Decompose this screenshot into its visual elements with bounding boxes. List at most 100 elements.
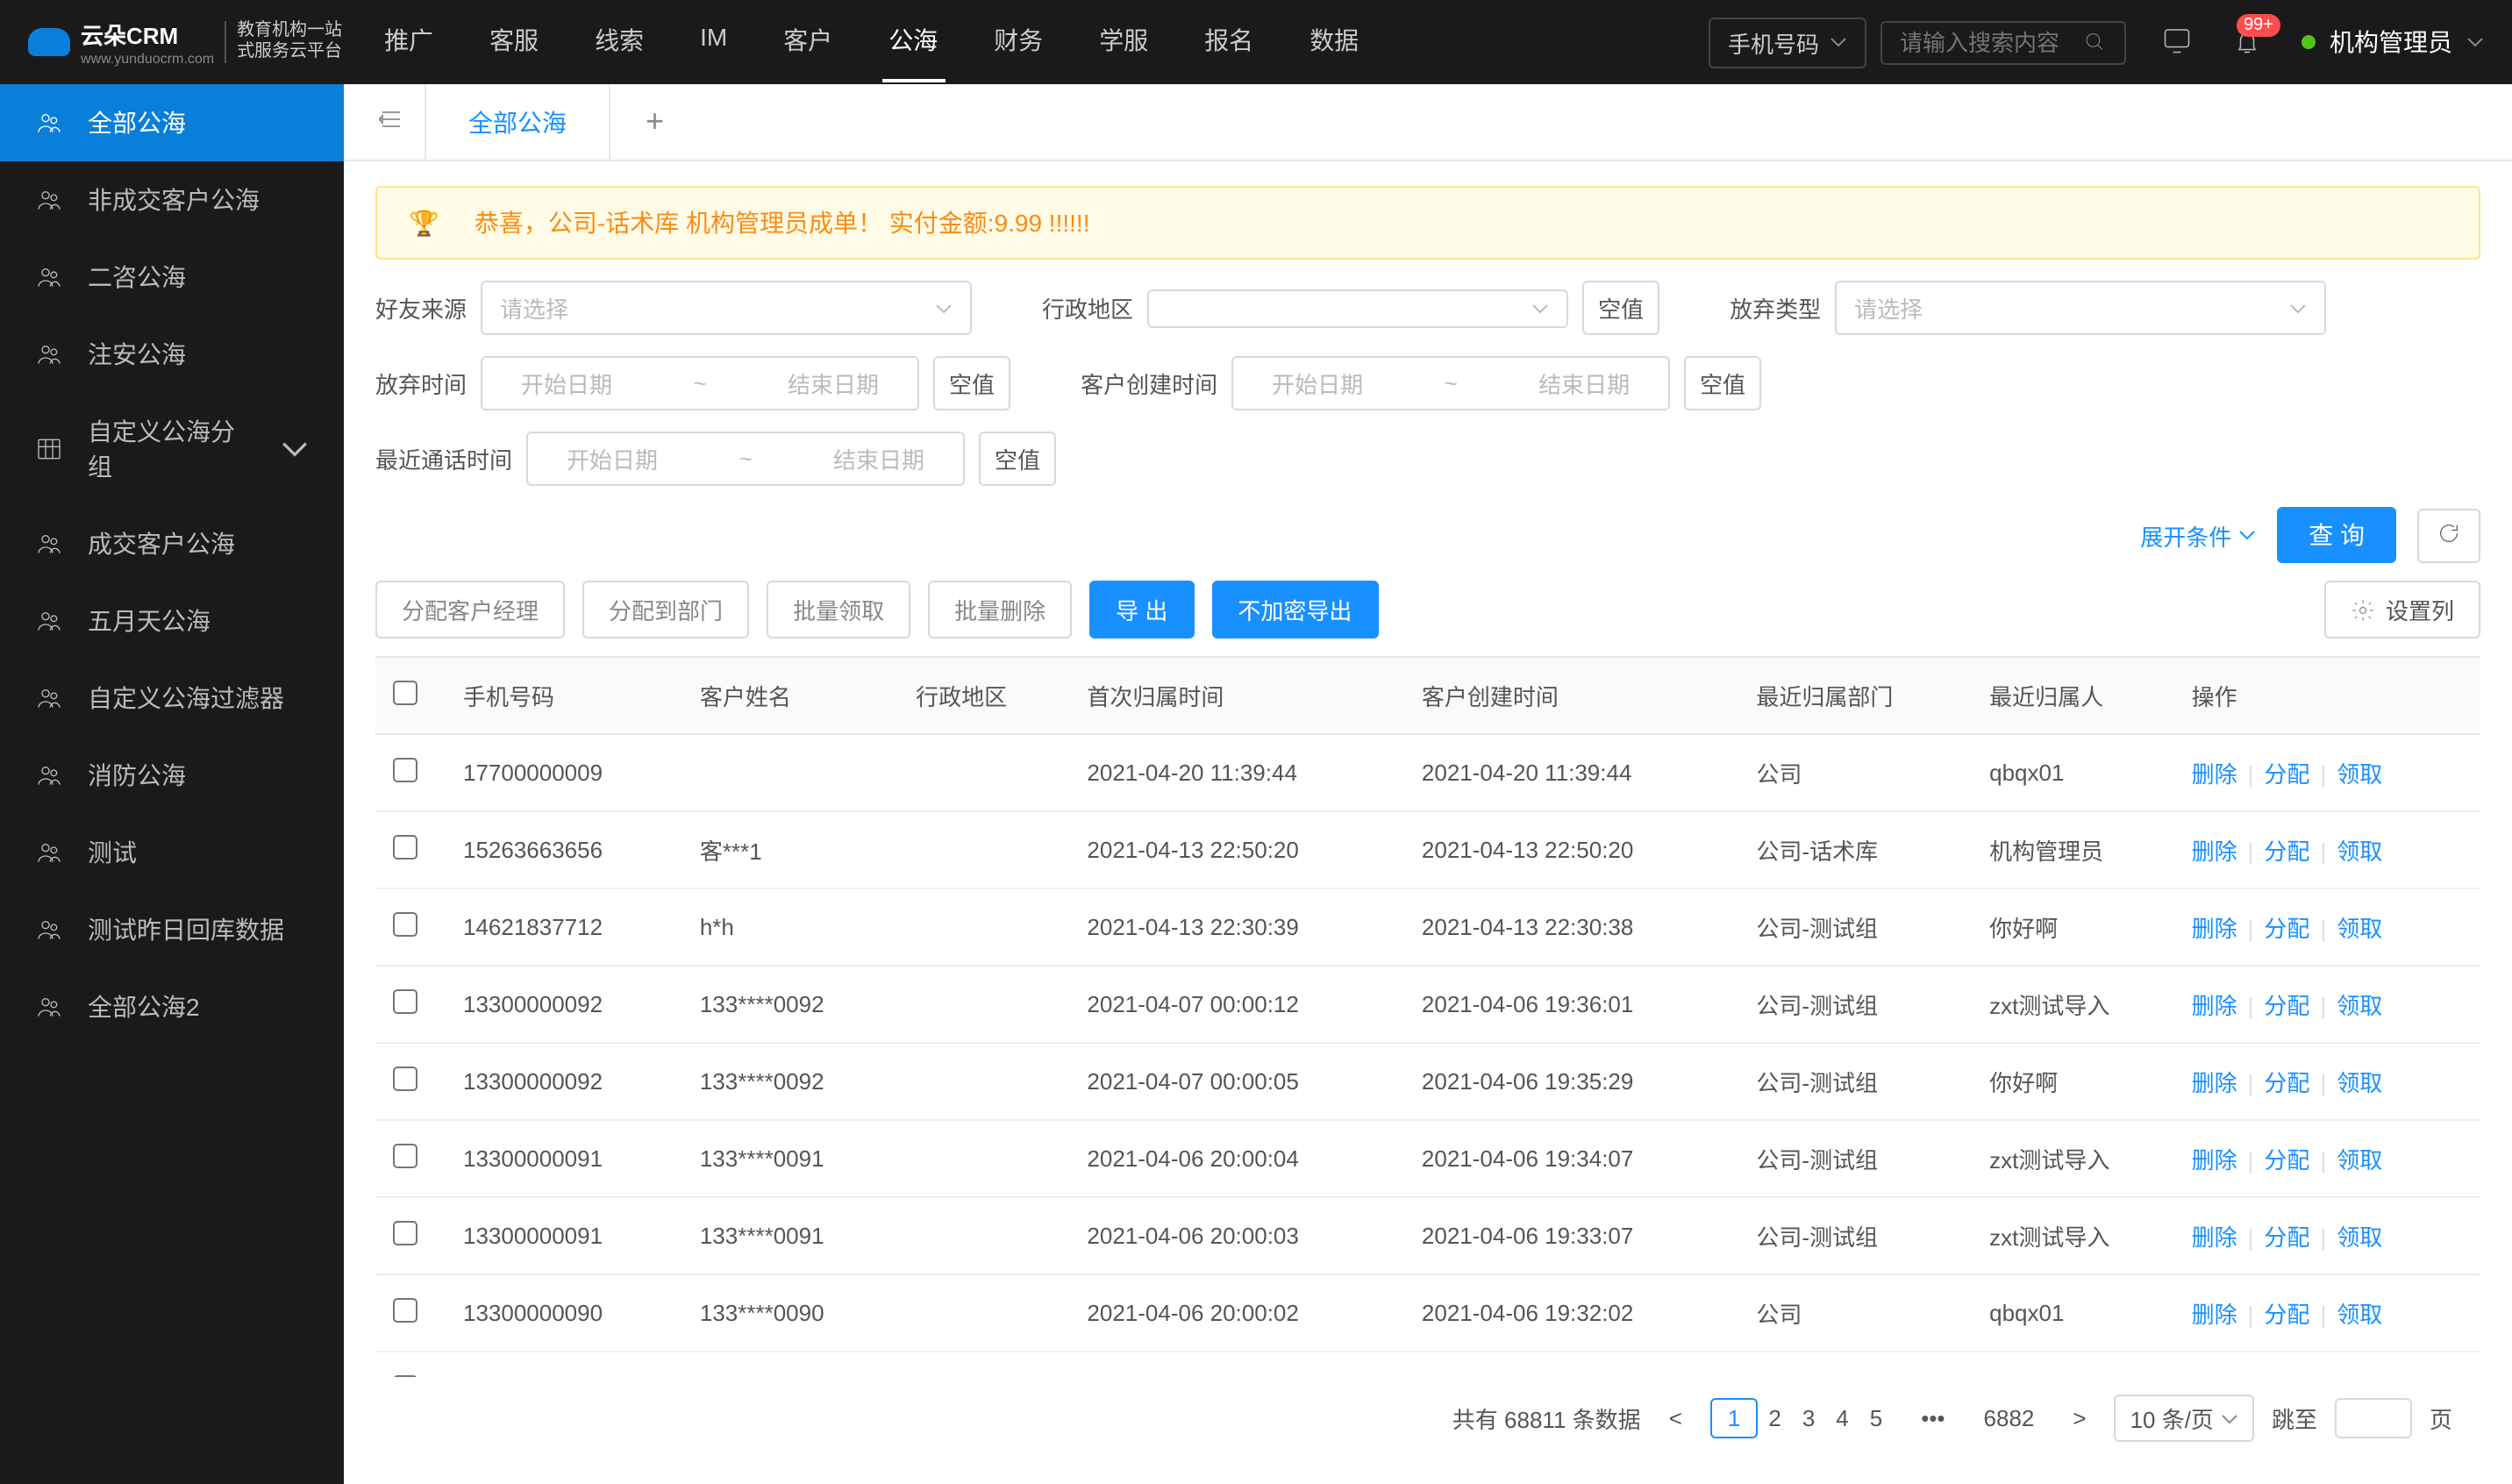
delete-link[interactable]: 删除 [2192, 1147, 2237, 1174]
claim-link[interactable]: 领取 [2337, 838, 2382, 865]
export-button[interactable]: 导 出 [1089, 581, 1194, 639]
sidebar-item-11[interactable]: 全部公海2 [0, 968, 344, 1045]
set-columns-button[interactable]: 设置列 [2324, 581, 2480, 639]
delete-link[interactable]: 删除 [2192, 761, 2237, 788]
last-call-null-button[interactable]: 空值 [979, 432, 1056, 486]
row-checkbox[interactable] [393, 1144, 417, 1168]
select-all-checkbox[interactable] [393, 681, 417, 705]
assign-link[interactable]: 分配 [2264, 1224, 2309, 1251]
row-checkbox[interactable] [393, 835, 417, 860]
create-time-null-button[interactable]: 空值 [1684, 356, 1761, 410]
delete-link[interactable]: 删除 [2192, 1302, 2237, 1328]
monitor-icon[interactable] [2161, 24, 2193, 61]
search-input[interactable] [1900, 29, 2085, 55]
nav-item-9[interactable]: 数据 [1302, 2, 1366, 82]
batch-claim-button[interactable]: 批量领取 [767, 581, 910, 639]
cell-name [682, 734, 898, 811]
abandon-type-select[interactable]: 请选择 [1835, 281, 2326, 335]
prev-page-button[interactable]: < [1659, 1400, 1693, 1437]
sidebar-item-7[interactable]: 自定义公海过滤器 [0, 660, 344, 737]
page-5[interactable]: 5 [1859, 1400, 1893, 1437]
claim-link[interactable]: 领取 [2337, 916, 2382, 942]
row-checkbox[interactable] [393, 989, 417, 1014]
delete-link[interactable]: 删除 [2192, 1224, 2237, 1251]
sidebar-item-4[interactable]: 自定义公海分组 [0, 393, 344, 505]
last-call-range[interactable]: 开始日期~结束日期 [526, 432, 965, 486]
abandon-time-range[interactable]: 开始日期~结束日期 [481, 356, 919, 410]
friend-source-select[interactable]: 请选择 [481, 281, 972, 335]
assign-link[interactable]: 分配 [2264, 1147, 2309, 1174]
assign-link[interactable]: 分配 [2264, 838, 2309, 865]
cell-dept: 公司-测试组 [1738, 1197, 1972, 1274]
search-input-wrap[interactable] [1880, 20, 2126, 64]
claim-link[interactable]: 领取 [2337, 1224, 2382, 1251]
last-page-button[interactable]: 6882 [1973, 1400, 2045, 1437]
page-suffix: 页 [2430, 1402, 2452, 1435]
pagination: 共有 68811 条数据 < 12345 ••• 6882 > 10 条/页 跳… [375, 1377, 2480, 1459]
delete-link[interactable]: 删除 [2192, 993, 2237, 1019]
assign-link[interactable]: 分配 [2264, 916, 2309, 942]
create-time-range[interactable]: 开始日期~结束日期 [1231, 356, 1670, 410]
sidebar-item-9[interactable]: 测试 [0, 814, 344, 891]
add-tab-button[interactable]: + [610, 103, 699, 140]
page-1[interactable]: 1 [1710, 1398, 1758, 1438]
logo[interactable]: 云朵CRM www.yunduocrm.com 教育机构一站 式服务云平台 [28, 18, 342, 67]
search-type-select[interactable]: 手机号码 [1709, 17, 1866, 68]
assign-link[interactable]: 分配 [2264, 993, 2309, 1019]
page-3[interactable]: 3 [1792, 1400, 1825, 1437]
next-page-button[interactable]: > [2062, 1400, 2096, 1437]
claim-link[interactable]: 领取 [2337, 1070, 2382, 1096]
cell-area [898, 1120, 1069, 1197]
nav-item-0[interactable]: 推广 [377, 2, 440, 82]
query-button[interactable]: 查 询 [2277, 507, 2396, 563]
delete-link[interactable]: 删除 [2192, 1070, 2237, 1096]
claim-link[interactable]: 领取 [2337, 1147, 2382, 1174]
row-checkbox[interactable] [393, 1067, 417, 1091]
assign-link[interactable]: 分配 [2264, 1302, 2309, 1328]
nav-item-3[interactable]: IM [693, 2, 734, 82]
nav-item-2[interactable]: 线索 [588, 2, 651, 82]
refresh-button[interactable] [2417, 508, 2480, 562]
sidebar-item-2[interactable]: 二咨公海 [0, 239, 344, 316]
assign-manager-button[interactable]: 分配客户经理 [375, 581, 565, 639]
sidebar-item-6[interactable]: 五月天公海 [0, 582, 344, 660]
sidebar-item-0[interactable]: 全部公海 [0, 84, 344, 161]
notifications-icon[interactable]: 99+ [2231, 24, 2263, 61]
batch-delete-button[interactable]: 批量删除 [928, 581, 1072, 639]
claim-link[interactable]: 领取 [2337, 1302, 2382, 1328]
expand-filters-link[interactable]: 展开条件 [2140, 518, 2256, 552]
row-checkbox[interactable] [393, 912, 417, 937]
row-checkbox[interactable] [393, 1298, 417, 1323]
sidebar-item-1[interactable]: 非成交客户公海 [0, 161, 344, 239]
assign-link[interactable]: 分配 [2264, 1070, 2309, 1096]
delete-link[interactable]: 删除 [2192, 838, 2237, 865]
nav-item-5[interactable]: 公海 [881, 2, 945, 82]
export-plain-button[interactable]: 不加密导出 [1211, 581, 1378, 639]
admin-area-select[interactable] [1147, 289, 1568, 327]
abandon-time-null-button[interactable]: 空值 [933, 356, 1010, 410]
jump-input[interactable] [2335, 1398, 2412, 1438]
sidebar-item-8[interactable]: 消防公海 [0, 737, 344, 814]
nav-item-4[interactable]: 客户 [776, 2, 839, 82]
row-checkbox[interactable] [393, 1221, 417, 1245]
nav-item-6[interactable]: 财务 [987, 2, 1050, 82]
tab-all-public[interactable]: 全部公海 [425, 84, 610, 160]
page-size-select[interactable]: 10 条/页 [2115, 1395, 2254, 1442]
collapse-tabs-icon[interactable] [358, 107, 425, 137]
user-menu[interactable]: 机构管理员 [2301, 25, 2484, 60]
page-4[interactable]: 4 [1825, 1400, 1859, 1437]
sidebar-item-10[interactable]: 测试昨日回库数据 [0, 891, 344, 968]
assign-dept-button[interactable]: 分配到部门 [582, 581, 749, 639]
row-checkbox[interactable] [393, 758, 417, 782]
nav-item-1[interactable]: 客服 [482, 2, 546, 82]
claim-link[interactable]: 领取 [2337, 761, 2382, 788]
sidebar-item-3[interactable]: 注安公海 [0, 316, 344, 393]
nav-item-7[interactable]: 学服 [1092, 2, 1155, 82]
sidebar-item-5[interactable]: 成交客户公海 [0, 505, 344, 582]
claim-link[interactable]: 领取 [2337, 993, 2382, 1019]
page-2[interactable]: 2 [1758, 1400, 1791, 1437]
nav-item-8[interactable]: 报名 [1197, 2, 1260, 82]
assign-link[interactable]: 分配 [2264, 761, 2309, 788]
admin-area-null-button[interactable]: 空值 [1582, 281, 1659, 335]
delete-link[interactable]: 删除 [2192, 916, 2237, 942]
